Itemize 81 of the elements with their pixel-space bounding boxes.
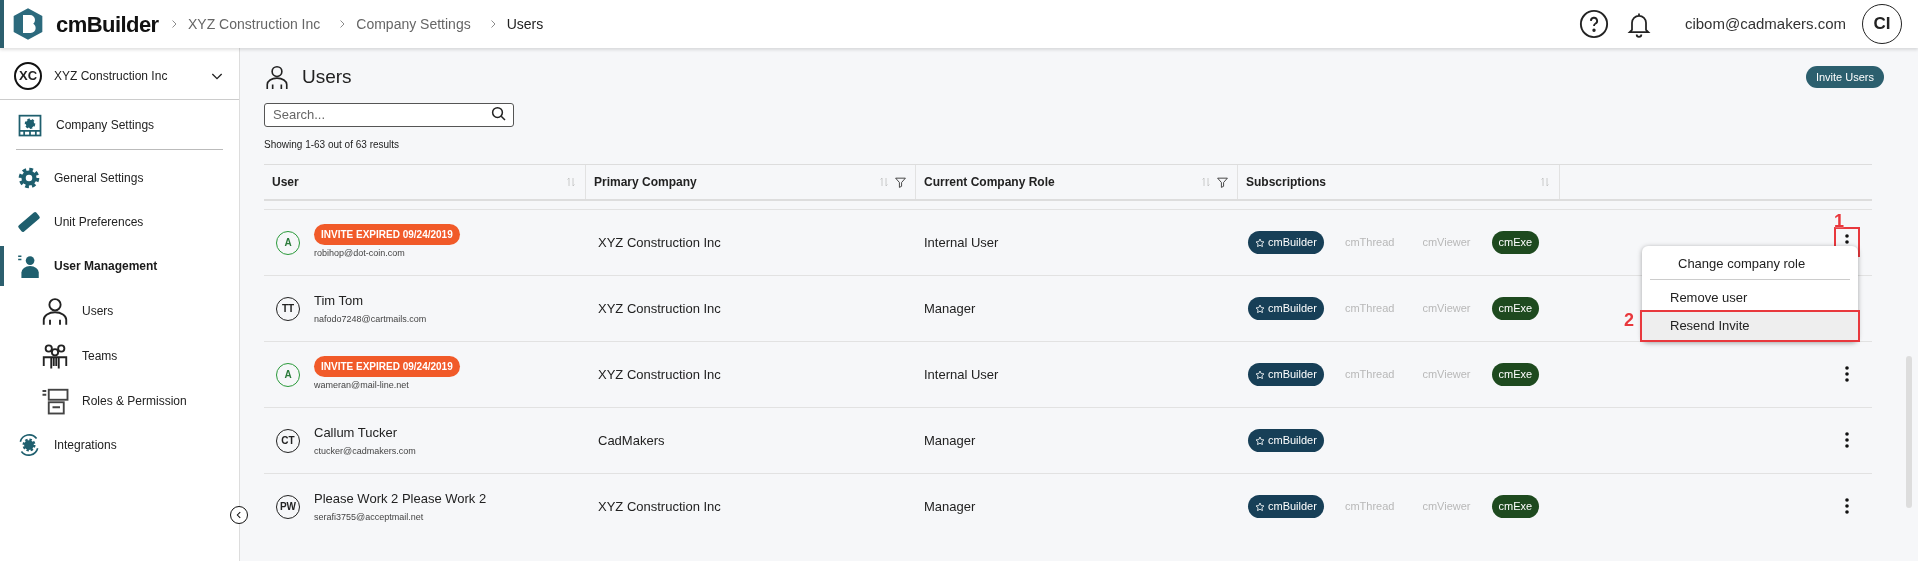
- table-cell-text: Manager: [923, 497, 977, 516]
- results-count: Showing 1-63 out of 63 results: [264, 138, 401, 152]
- table-cell-text: Internal User: [923, 233, 1000, 252]
- user-email: serafi3755@acceptmail.net: [314, 510, 425, 524]
- search-field[interactable]: Search...: [264, 102, 514, 127]
- breadcrumb-link[interactable]: XYZ Construction Inc: [188, 13, 321, 35]
- table-cell-text: XYZ Construction Inc: [597, 299, 722, 318]
- menu-item[interactable]: Resend Invite: [1642, 312, 1858, 340]
- table-cell-text: Internal User: [923, 365, 1000, 384]
- user-email: ctucker@cadmakers.com: [314, 444, 416, 458]
- sidebar-item[interactable]: General Settings: [0, 156, 239, 200]
- subscription-tag: cmBuilder: [1248, 297, 1324, 320]
- table-cell-text: XYZ Construction Inc: [597, 497, 722, 516]
- subscription-tag: cmViewer: [1415, 495, 1478, 518]
- person-icon: [16, 252, 42, 280]
- company-avatar: XC: [14, 61, 42, 90]
- callout-number: 2: [1624, 309, 1634, 332]
- company-name: XYZ Construction Inc: [54, 67, 168, 85]
- table-cell-text: CadMakers: [597, 431, 666, 450]
- user-name: Please Work 2 Please Work 2: [314, 490, 487, 508]
- more-options-button[interactable]: [1836, 229, 1858, 255]
- more-vertical-icon: [1845, 366, 1849, 382]
- subscription-tag: cmViewer: [1415, 363, 1478, 386]
- subscription-tag: cmBuilder: [1248, 363, 1324, 386]
- table-cell-text: Manager: [923, 299, 977, 318]
- menu-item[interactable]: Remove user: [1642, 284, 1858, 312]
- sort-arrows-icon: [565, 175, 577, 189]
- subscription-tag: cmThread: [1337, 297, 1402, 320]
- more-vertical-icon: [1845, 432, 1849, 448]
- user-email: nafodo7248@cartmails.com: [314, 312, 427, 326]
- subscription-tag: cmExe: [1491, 363, 1540, 386]
- column-header[interactable]: Current Company Role: [916, 165, 1238, 199]
- page-title: Users: [302, 64, 352, 89]
- sidebar-item[interactable]: User Management: [0, 244, 239, 288]
- hexagon-logo-icon: [12, 6, 44, 42]
- table-cell-text: XYZ Construction Inc: [597, 365, 722, 384]
- collapse-button[interactable]: [230, 506, 248, 524]
- subscription-tag: cmExe: [1491, 495, 1540, 518]
- table-cell-text: Manager: [923, 431, 977, 450]
- subscription-tag: cmExe: [1491, 231, 1540, 254]
- subscription-tag: cmExe: [1491, 297, 1540, 320]
- subscription-tag: cmThread: [1337, 495, 1402, 518]
- more-vertical-icon: [1845, 498, 1849, 514]
- breadcrumb-link[interactable]: Company Settings: [356, 13, 471, 35]
- subscription-tag: cmThread: [1337, 363, 1402, 386]
- sort-arrows-icon: [878, 175, 890, 189]
- subscription-tag: cmBuilder: [1248, 429, 1324, 452]
- sort-arrows-icon: [1200, 175, 1212, 189]
- column-header[interactable]: Primary Company: [586, 165, 916, 199]
- sidebar-item[interactable]: Teams: [0, 333, 239, 378]
- app-name: cmBuilder: [56, 10, 159, 39]
- sort-arrows-icon: [1539, 175, 1551, 189]
- status-badge: INVITE EXPIRED 09/24/2019: [314, 356, 460, 378]
- company-selector[interactable]: XC XYZ Construction Inc: [0, 52, 239, 100]
- user-email: cibom@cadmakers.com: [1684, 13, 1846, 34]
- sidebar-heading[interactable]: Company Settings: [56, 115, 155, 134]
- breadcrumb-link[interactable]: Users: [506, 13, 544, 35]
- column-header[interactable]: Subscriptions: [1238, 165, 1560, 199]
- column-header[interactable]: User: [264, 165, 586, 199]
- sidebar-item[interactable]: Unit Preferences: [0, 200, 239, 244]
- callout-number: 1: [1834, 210, 1844, 233]
- subscription-tag: cmBuilder: [1248, 495, 1324, 518]
- table-cell-text: XYZ Construction Inc: [597, 233, 722, 252]
- subscription-tag: cmBuilder: [1248, 231, 1324, 254]
- menu-item[interactable]: Change company role: [1650, 248, 1850, 280]
- help-icon: [1578, 9, 1609, 39]
- subscription-tag: cmViewer: [1415, 231, 1478, 254]
- chevron-left-icon: [234, 510, 244, 520]
- sidebar-item[interactable]: Integrations: [0, 423, 239, 467]
- user-name: Callum Tucker: [314, 424, 399, 442]
- sidebar-item[interactable]: Users: [0, 288, 239, 333]
- status-badge: INVITE EXPIRED 09/24/2019: [314, 224, 460, 246]
- subscription-tag: cmThread: [1337, 231, 1402, 254]
- user-email: robihop@dot-coin.com: [314, 247, 406, 261]
- subscription-tag: cmViewer: [1415, 297, 1478, 320]
- scrollbar-thumb[interactable]: [1906, 356, 1912, 508]
- user-name: Tim Tom: [314, 292, 365, 310]
- user-email: wameran@mail-line.net: [314, 379, 410, 393]
- invite-users-button[interactable]: Invite Users: [1805, 66, 1884, 88]
- search-icon: [490, 105, 508, 123]
- sidebar-item[interactable]: Roles & Permission: [0, 378, 239, 423]
